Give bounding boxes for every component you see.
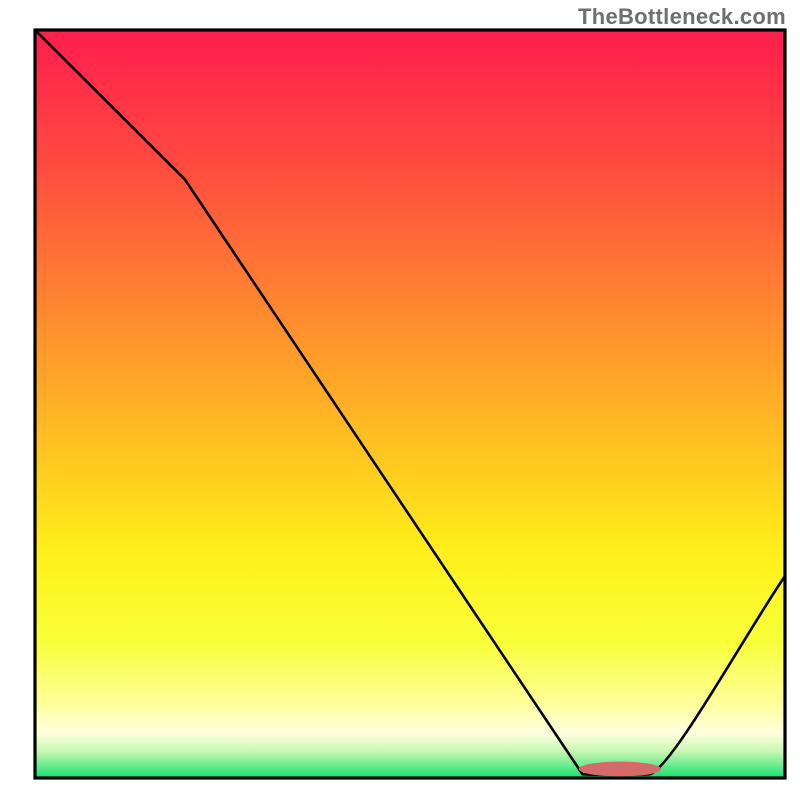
watermark-text: TheBottleneck.com	[578, 4, 786, 30]
chart-root: { "watermark": "TheBottleneck.com", "cha…	[0, 0, 800, 800]
bottleneck-chart	[0, 0, 800, 800]
optimal-marker	[579, 762, 662, 777]
